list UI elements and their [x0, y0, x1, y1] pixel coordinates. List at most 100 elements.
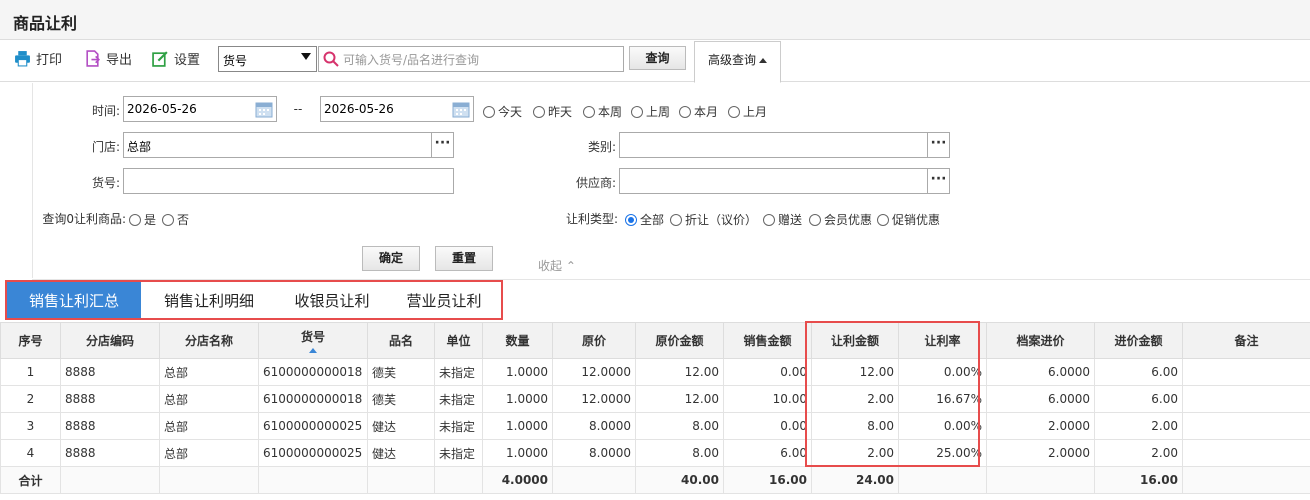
tab-salesperson-discount[interactable]: 营业员让利 — [387, 282, 501, 318]
store-picker-button[interactable]: ··· — [431, 133, 453, 157]
table-cell — [1182, 385, 1310, 413]
print-button[interactable]: 打印 — [14, 48, 62, 68]
column-header[interactable]: 档案进价 — [986, 322, 1095, 359]
column-header[interactable]: 品名 — [367, 322, 435, 359]
column-header[interactable]: 销售金额 — [723, 322, 812, 359]
store-input[interactable]: 总部 ··· — [123, 132, 454, 158]
collapse-label: 收起 — [538, 259, 563, 273]
calendar-icon[interactable] — [452, 100, 470, 118]
table-cell: 16.67% — [898, 385, 987, 413]
column-header[interactable]: 原价金额 — [635, 322, 724, 359]
search-icon — [323, 51, 339, 67]
period-option-label: 上周 — [646, 105, 671, 119]
column-header[interactable]: 单位 — [434, 322, 483, 359]
type-radio-member[interactable]: 会员优惠 — [809, 211, 872, 228]
table-cell: 2.00 — [1094, 412, 1183, 440]
table-cell: 2.00 — [811, 439, 899, 467]
date-from-input[interactable]: 2026-05-26 — [123, 96, 277, 122]
totals-row[interactable]: 合计 4.0000 40.00 16.00 24.00 16.00 — [0, 466, 1310, 494]
column-header[interactable]: 分店编码 — [60, 322, 160, 359]
type-radio-gift[interactable]: 赠送 — [763, 211, 802, 228]
period-radio-yesterday[interactable]: 昨天 — [533, 103, 572, 120]
column-header[interactable]: 分店名称 — [159, 322, 259, 359]
advanced-query-label: 高级查询 — [707, 53, 756, 67]
sort-ascending-icon — [309, 348, 317, 353]
table-cell: 0.00 — [723, 358, 812, 386]
advanced-query-tab[interactable]: 高级查询 — [694, 41, 781, 83]
column-header[interactable]: 序号 — [0, 322, 61, 359]
type-option-label: 全部 — [640, 213, 665, 227]
query-button[interactable]: 查询 — [629, 46, 686, 70]
period-radio-today[interactable]: 今天 — [483, 103, 522, 120]
table-cell: 12.0000 — [552, 385, 636, 413]
zero-radio-yes[interactable]: 是 — [129, 211, 156, 228]
table-cell: 合计 — [0, 466, 61, 494]
table-cell: 12.00 — [635, 385, 724, 413]
confirm-button[interactable]: 确定 — [362, 246, 420, 271]
column-header[interactable]: 让利金额 — [811, 322, 899, 359]
type-option-label: 折让（议价） — [685, 213, 758, 227]
reset-button[interactable]: 重置 — [435, 246, 493, 271]
table-cell: 6.00 — [723, 439, 812, 467]
table-cell: 16.00 — [723, 466, 812, 494]
table-cell: 3 — [0, 412, 61, 440]
table-cell — [60, 466, 160, 494]
collapse-link[interactable]: 收起 ⌃ — [538, 257, 576, 274]
column-header[interactable]: 备注 — [1182, 322, 1310, 359]
table-cell: 1.0000 — [482, 385, 553, 413]
dropdown-arrow-icon — [301, 53, 311, 60]
table-row[interactable]: 3 8888 总部 6100000000025 健达 未指定 1.0000 8.0000 8.0… — [0, 412, 1310, 440]
title-bar: 商品让利 — [0, 0, 1310, 40]
table-cell: 6100000000018 — [258, 385, 368, 413]
supplier-input[interactable]: ··· — [619, 168, 950, 194]
column-header[interactable]: 数量 — [482, 322, 553, 359]
table-cell: 6.0000 — [986, 358, 1095, 386]
period-option-label: 昨天 — [548, 105, 573, 119]
export-button[interactable]: 导出 — [84, 48, 132, 68]
table-cell: 8888 — [60, 439, 160, 467]
supplier-picker-button[interactable]: ··· — [927, 169, 949, 193]
type-radio-rebate[interactable]: 折让（议价） — [670, 211, 757, 228]
tab-sales-discount-detail[interactable]: 销售让利明细 — [141, 282, 277, 318]
table-cell: 2.00 — [811, 385, 899, 413]
zero-radio-no[interactable]: 否 — [162, 211, 189, 228]
discount-type-label: 让利类型: — [565, 212, 618, 226]
store-value: 总部 — [127, 140, 152, 154]
table-row[interactable]: 2 8888 总部 6100000000018 德芙 未指定 1.0000 12.0000 12… — [0, 385, 1310, 413]
tab-sales-discount-summary[interactable]: 销售让利汇总 — [7, 282, 141, 318]
tab-cashier-discount[interactable]: 收银员让利 — [277, 282, 387, 318]
settings-button[interactable]: 设置 — [152, 48, 200, 68]
sku-input[interactable] — [123, 168, 454, 194]
calendar-icon[interactable] — [255, 100, 273, 118]
period-radio-this-week[interactable]: 本周 — [583, 103, 622, 120]
table-cell — [1182, 439, 1310, 467]
table-row[interactable]: 1 8888 总部 6100000000018 德芙 未指定 1.0000 12.0000 12… — [0, 358, 1310, 386]
column-header-label: 货号 — [300, 330, 325, 344]
export-label: 导出 — [106, 52, 133, 68]
table-cell: 8.0000 — [552, 439, 636, 467]
table-row[interactable]: 4 8888 总部 6100000000025 健达 未指定 1.0000 8.0000 8.0… — [0, 439, 1310, 467]
table-cell: 6.0000 — [986, 385, 1095, 413]
period-radio-last-week[interactable]: 上周 — [631, 103, 670, 120]
table-cell — [159, 466, 259, 494]
type-radio-promotion[interactable]: 促销优惠 — [877, 211, 940, 228]
column-header[interactable]: 让利率 — [898, 322, 987, 359]
category-picker-button[interactable]: ··· — [927, 133, 949, 157]
period-radio-this-month[interactable]: 本月 — [679, 103, 718, 120]
date-to-input[interactable]: 2026-05-26 — [320, 96, 474, 122]
table-cell: 4.0000 — [482, 466, 553, 494]
column-header-sku[interactable]: 货号 — [258, 322, 368, 359]
column-header[interactable]: 原价 — [552, 322, 636, 359]
table-cell: 未指定 — [434, 385, 483, 413]
table-cell: 总部 — [159, 412, 259, 440]
type-radio-all[interactable]: 全部 — [625, 211, 664, 228]
table-cell: 4 — [0, 439, 61, 467]
export-icon — [86, 49, 101, 67]
period-radio-last-month[interactable]: 上月 — [728, 103, 767, 120]
category-input[interactable]: ··· — [619, 132, 950, 158]
column-header[interactable]: 进价金额 — [1094, 322, 1183, 359]
table-header-row: 序号 分店编码 分店名称 货号 品名 单位 数量 原价 原价金额 销售金额 让利… — [0, 322, 1310, 359]
search-input[interactable]: 可输入货号/品名进行查询 — [318, 46, 624, 72]
radio-circle — [679, 105, 691, 118]
search-field-select[interactable]: 货号 — [218, 46, 317, 72]
